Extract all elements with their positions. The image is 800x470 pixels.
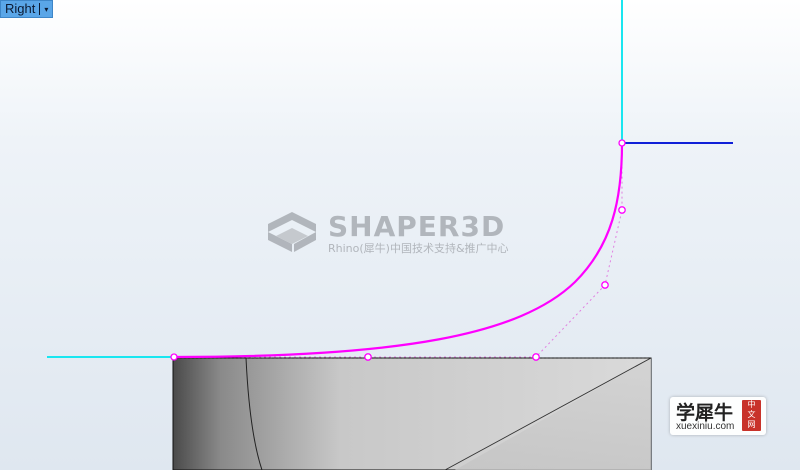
control-point[interactable] <box>618 206 626 214</box>
logo-seal: 中 文 网 <box>742 400 761 431</box>
watermark-brand: SHAPER3D <box>328 210 505 243</box>
viewport-menu-arrow-icon[interactable]: ▾ <box>40 1 52 17</box>
site-logo: 学犀牛 xuexiniu.com 中 文 网 <box>670 397 766 435</box>
control-point[interactable] <box>364 353 372 361</box>
control-point[interactable] <box>601 281 609 289</box>
logo-seal-char: 文 <box>747 410 756 419</box>
logo-seal-char: 中 <box>747 400 756 409</box>
logo-seal-char: 网 <box>747 420 756 429</box>
viewport-name-label[interactable]: Right <box>1 1 39 17</box>
control-point[interactable] <box>618 139 626 147</box>
shaded-solid[interactable] <box>172 357 652 470</box>
logo-url-text: xuexiniu.com <box>676 421 735 432</box>
control-point[interactable] <box>532 353 540 361</box>
viewport-title-tab[interactable]: Right ▾ <box>0 0 54 18</box>
watermark-tagline: Rhino(犀牛)中国技术支持&推广中心 <box>328 241 509 255</box>
watermark: SHAPER3D Rhino(犀牛)中国技术支持&推广中心 <box>268 210 509 255</box>
shaper3d-cube-icon <box>268 212 316 252</box>
right-viewport[interactable]: SHAPER3D Rhino(犀牛)中国技术支持&推广中心 Right ▾ 学犀… <box>0 0 800 470</box>
control-point[interactable] <box>170 353 178 361</box>
